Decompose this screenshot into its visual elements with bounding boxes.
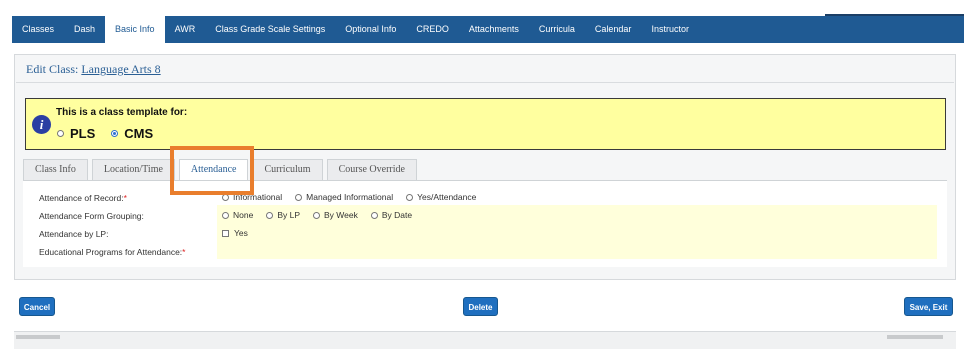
cancel-button[interactable]: Cancel xyxy=(19,297,55,316)
yes-checkbox-label: Yes xyxy=(234,228,248,238)
info-icon: i xyxy=(32,115,51,134)
by-date-radio[interactable] xyxy=(370,211,378,219)
attendance-of-record-options: Informational Managed Informational Yes/… xyxy=(222,192,489,202)
by-week-label: By Week xyxy=(324,210,358,220)
tab-course-override[interactable]: Course Override xyxy=(326,159,417,180)
class-name-link[interactable]: Language Arts 8 xyxy=(81,62,160,76)
notice-text: This is a class template for: xyxy=(56,107,188,118)
nav-tab-curricula[interactable]: Curricula xyxy=(529,16,585,43)
tab-class-info[interactable]: Class Info xyxy=(23,159,88,180)
yes-attendance-label: Yes/Attendance xyxy=(417,192,477,202)
template-notice: i This is a class template for: PLS CMS xyxy=(25,98,946,150)
scroll-thumb-right[interactable] xyxy=(887,335,943,339)
managed-informational-radio[interactable] xyxy=(295,193,303,201)
nav-tab-attachments[interactable]: Attachments xyxy=(459,16,529,43)
yes-attendance-radio[interactable] xyxy=(406,193,414,201)
managed-informational-label: Managed Informational xyxy=(306,192,394,202)
by-lp-radio[interactable] xyxy=(266,211,274,219)
nav-tab-credo[interactable]: CREDO xyxy=(406,16,459,43)
educational-programs-label: Educational Programs for Attendance:* xyxy=(39,247,186,257)
by-week-radio[interactable] xyxy=(313,211,321,219)
save-exit-button[interactable]: Save, Exit xyxy=(904,297,953,316)
pls-label: PLS xyxy=(70,126,96,141)
nav-tab-calendar[interactable]: Calendar xyxy=(585,16,642,43)
cms-label: CMS xyxy=(124,126,154,141)
nav-tab-awr[interactable]: AWR xyxy=(165,16,206,43)
bottom-scroll-area xyxy=(14,331,956,349)
edit-class-panel: Edit Class: Language Arts 8 i This is a … xyxy=(14,54,956,280)
nav-tab-optional-info[interactable]: Optional Info xyxy=(335,16,406,43)
nav-tab-class-grade-scale-settings[interactable]: Class Grade Scale Settings xyxy=(205,16,335,43)
attendance-of-record-label: Attendance of Record:* xyxy=(39,193,127,203)
by-lp-label: By LP xyxy=(277,210,301,220)
by-date-label: By Date xyxy=(381,210,413,220)
edit-class-prefix: Edit Class: xyxy=(26,62,79,76)
attendance-tab-highlight xyxy=(170,146,254,195)
cms-radio[interactable] xyxy=(111,130,119,137)
form-grouping-label: Attendance Form Grouping: xyxy=(39,211,144,221)
nav-tab-classes[interactable]: Classes xyxy=(12,16,64,43)
nav-tab-basic-info[interactable]: Basic Info xyxy=(105,16,165,43)
form-grouping-options: None By LP By Week By Date xyxy=(222,210,425,220)
none-radio[interactable] xyxy=(222,211,229,219)
attendance-form: Attendance of Record:* Informational Man… xyxy=(23,181,947,267)
scroll-thumb-left[interactable] xyxy=(16,335,60,339)
tab-curriculum[interactable]: Curriculum xyxy=(252,159,323,180)
template-type-options: PLS CMS xyxy=(57,126,169,141)
tab-location-time[interactable]: Location/Time xyxy=(91,159,175,180)
title-divider xyxy=(16,82,954,83)
yes-checkbox[interactable] xyxy=(222,229,229,237)
attendance-by-lp-label: Attendance by LP: xyxy=(39,229,109,239)
page: Classes Dash Basic Info AWR Class Grade … xyxy=(0,0,971,349)
nav-tab-instructor[interactable]: Instructor xyxy=(641,16,699,43)
attendance-by-lp-options: Yes xyxy=(222,228,261,238)
top-navigation: Classes Dash Basic Info AWR Class Grade … xyxy=(12,16,964,43)
none-label: None xyxy=(233,210,254,220)
nav-tab-dash[interactable]: Dash xyxy=(64,16,105,43)
delete-button[interactable]: Delete xyxy=(463,297,498,316)
page-title: Edit Class: Language Arts 8 xyxy=(26,62,161,77)
pls-radio[interactable] xyxy=(57,130,64,137)
